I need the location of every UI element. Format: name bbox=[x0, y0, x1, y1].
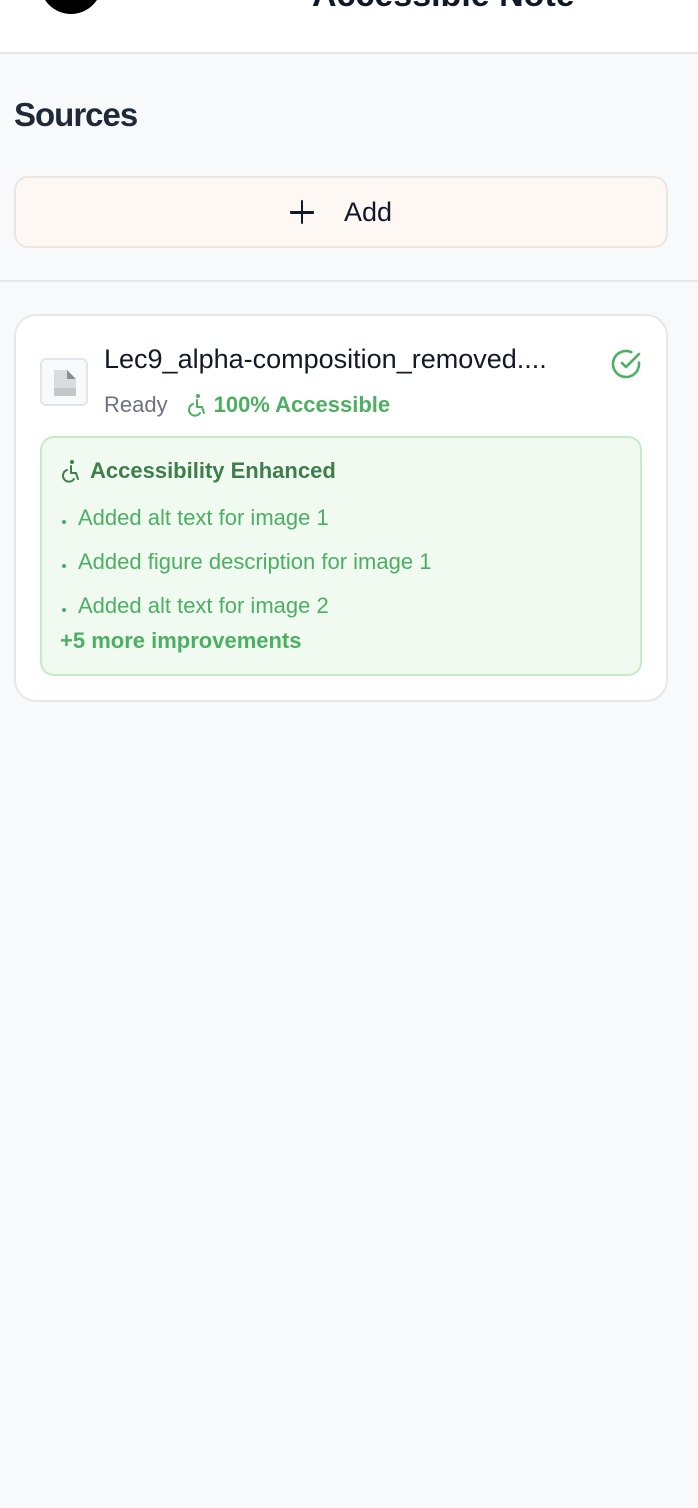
enhancement-header: Accessibility Enhanced bbox=[60, 458, 336, 484]
source-status-row: Ready 100% Accessible bbox=[104, 392, 390, 418]
header-title: Accessible Note bbox=[312, 0, 575, 15]
accessibility-enhancement-panel: Accessibility Enhanced Added alt text fo… bbox=[40, 436, 642, 676]
more-improvements-link[interactable]: +5 more improvements bbox=[60, 628, 301, 654]
bullet-icon bbox=[62, 564, 66, 568]
improvement-list: Added alt text for image 1 Added figure … bbox=[60, 496, 431, 628]
bullet-icon bbox=[62, 608, 66, 612]
add-source-button[interactable]: Add bbox=[14, 176, 668, 248]
add-button-label: Add bbox=[343, 196, 393, 227]
enhancement-title: Accessibility Enhanced bbox=[90, 458, 336, 483]
check-circle-icon bbox=[610, 348, 642, 380]
list-item: Added figure description for image 1 bbox=[60, 540, 431, 584]
improvement-text: Added alt text for image 1 bbox=[78, 505, 329, 530]
improvement-text: Added alt text for image 2 bbox=[78, 593, 329, 618]
document-icon bbox=[40, 358, 88, 406]
plus-icon bbox=[289, 200, 314, 224]
section-divider bbox=[0, 280, 698, 282]
source-card[interactable]: Lec9_alpha-composition_removed.... Ready… bbox=[14, 314, 668, 702]
accessibility-icon bbox=[60, 459, 80, 483]
avatar[interactable] bbox=[40, 0, 102, 14]
sources-title: Sources bbox=[14, 96, 138, 133]
source-file-name[interactable]: Lec9_alpha-composition_removed.... bbox=[104, 344, 594, 375]
accessibility-score: 100% Accessible bbox=[213, 392, 391, 417]
improvement-text: Added figure description for image 1 bbox=[78, 549, 432, 574]
list-item: Added alt text for image 1 bbox=[60, 496, 431, 540]
list-item: Added alt text for image 2 bbox=[60, 584, 431, 628]
top-header: Accessible Note bbox=[0, 0, 698, 54]
accessibility-icon bbox=[186, 393, 206, 417]
bullet-icon bbox=[62, 520, 66, 524]
source-status: Ready bbox=[104, 392, 168, 417]
